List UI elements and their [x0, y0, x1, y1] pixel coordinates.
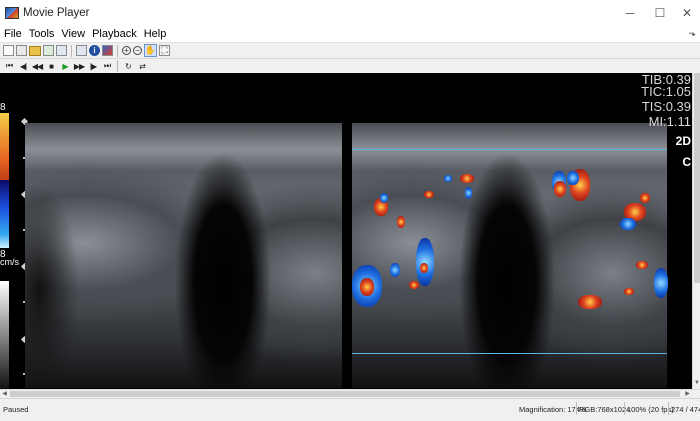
grayscale-bar [0, 281, 9, 389]
zoom-in-icon[interactable]: + [122, 46, 131, 55]
doppler-flow-blue [444, 175, 452, 182]
doppler-flow-blue [654, 268, 668, 298]
playback-toolbar: ⏮ ◀| ◀◀ ■ ▶ ▶▶ |▶ ⏭ ↻ ⇄ [0, 58, 700, 73]
close-button[interactable]: ✕ [670, 0, 700, 26]
frame-rate-readout: 100% (20 fps) [627, 405, 674, 414]
menu-file[interactable]: File [0, 28, 25, 40]
dock-pin-icon[interactable]: ⬎ [688, 28, 696, 39]
playback-direction-button[interactable]: ⇄ [136, 60, 149, 73]
playback-state: Paused [3, 405, 29, 414]
fit-window-icon[interactable]: ⛶ [159, 45, 170, 56]
doppler-flow-red [360, 278, 374, 296]
mi-readout: MI:1.11 [648, 114, 691, 129]
vertical-scrollbar[interactable]: ▼ [692, 73, 700, 389]
tic-readout: TIC:1.05 [641, 84, 691, 99]
velocity-scale-max-label: 8 [0, 102, 6, 113]
menu-playback[interactable]: Playback [88, 28, 140, 40]
colormap-icon[interactable] [102, 45, 113, 56]
doppler-flow-red [397, 216, 405, 228]
horizontal-scroll-thumb[interactable] [10, 391, 680, 397]
status-separator [576, 402, 577, 415]
main-toolbar: i + − ✋ ⛶ [0, 42, 700, 58]
doppler-color-box-top [352, 149, 667, 150]
step-back-button[interactable]: ◀| [17, 60, 30, 73]
velocity-unit-label: cm/s [0, 257, 19, 267]
frame-counter: 274 / 474 [671, 405, 700, 414]
step-forward-button[interactable]: |▶ [87, 60, 100, 73]
pan-hand-icon[interactable]: ✋ [144, 44, 157, 57]
doppler-flow-blue [390, 263, 400, 277]
doppler-flow-red [424, 191, 434, 198]
rewind-button[interactable]: ◀◀ [31, 60, 44, 73]
minimize-button[interactable]: ─ [613, 0, 647, 26]
menu-tools[interactable]: Tools [25, 28, 58, 40]
image-divider [342, 123, 352, 388]
toolbar-separator [117, 60, 118, 72]
menu-help[interactable]: Help [140, 28, 170, 40]
mode-color-label: C [682, 155, 691, 169]
doppler-flow-red [409, 281, 419, 289]
horizontal-scrollbar[interactable]: ◀ ▶ [0, 389, 700, 398]
fast-forward-button[interactable]: ▶▶ [73, 60, 86, 73]
doppler-flow-blue [416, 238, 434, 286]
doppler-flow-red [554, 181, 566, 197]
image-viewer[interactable]: 8 8 cm/s TIB:0.39 TIC:1.05 TIS:0.39 MI:1… [0, 73, 700, 389]
status-bar: Paused Magnification: 174% RGB:768x1024 … [0, 398, 700, 421]
scroll-down-arrow-icon[interactable]: ▼ [693, 379, 700, 387]
tis-readout: TIS:0.39 [641, 99, 691, 114]
play-button[interactable]: ▶ [59, 60, 72, 73]
go-to-first-frame-button[interactable]: ⏮ [3, 60, 16, 73]
doppler-flow-blue [620, 218, 636, 230]
window-title: Movie Player [23, 7, 90, 19]
doppler-color-box-bottom [352, 353, 667, 354]
status-separator [668, 402, 669, 415]
loop-button[interactable]: ↻ [122, 60, 135, 73]
go-to-last-frame-button[interactable]: ⏭ [101, 60, 114, 73]
export-icon[interactable] [43, 45, 54, 56]
status-separator [624, 402, 625, 415]
color-doppler-ultrasound-image [352, 123, 668, 388]
movie-player-app-icon [5, 7, 19, 19]
menu-bar: File Tools View Playback Help ⬎ [0, 26, 700, 42]
doppler-flow-red [578, 295, 602, 309]
bmode-ultrasound-image [25, 123, 342, 388]
stop-button[interactable]: ■ [45, 60, 58, 73]
doppler-flow-blue [380, 193, 388, 203]
info-icon[interactable]: i [89, 45, 100, 56]
velocity-scale-negative [0, 180, 9, 248]
new-icon[interactable] [3, 45, 14, 56]
toolbar-separator [117, 44, 118, 57]
print-icon[interactable] [16, 45, 27, 56]
zoom-out-icon[interactable]: − [133, 46, 142, 55]
doppler-flow-red [636, 261, 648, 269]
doppler-flow-red [624, 288, 634, 295]
title-bar: Movie Player ─ ☐ ✕ [0, 0, 700, 26]
doppler-flow-blue [465, 187, 472, 199]
doppler-flow-red [460, 174, 474, 183]
copy-icon[interactable] [76, 45, 87, 56]
mode-2d-label: 2D [675, 134, 691, 148]
save-frame-icon[interactable] [56, 45, 67, 56]
image-type-readout: RGB:768x1024 [579, 405, 631, 414]
doppler-flow-red [640, 193, 650, 203]
open-folder-icon[interactable] [29, 45, 41, 56]
toolbar-separator [71, 44, 72, 57]
vertical-scroll-thumb[interactable] [694, 73, 700, 283]
menu-view[interactable]: View [57, 28, 88, 40]
doppler-flow-red [420, 263, 428, 273]
doppler-flow-blue [567, 171, 579, 185]
